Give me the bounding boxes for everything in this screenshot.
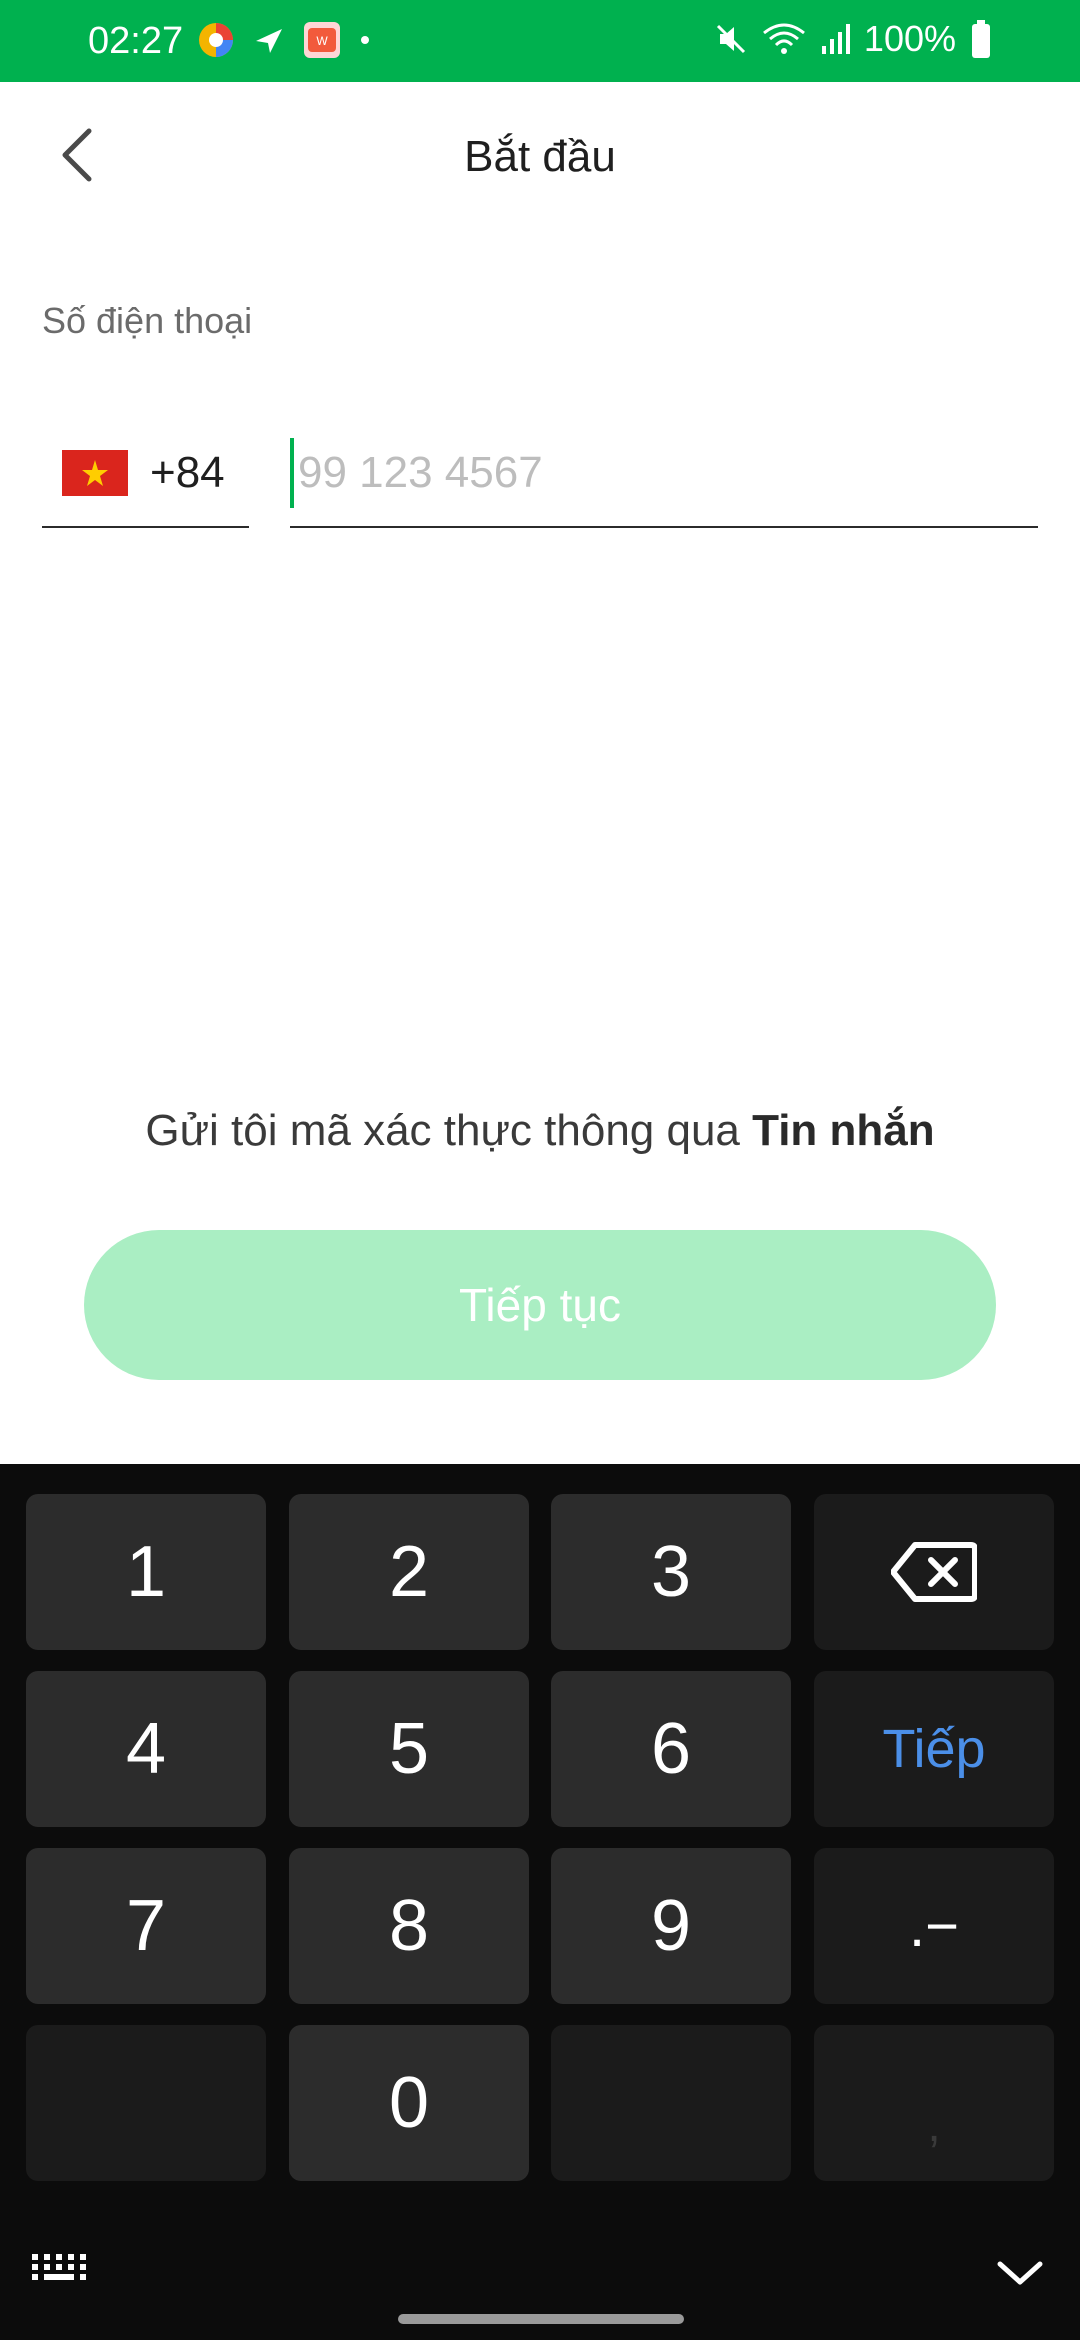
key-9[interactable]: 9 <box>551 1848 791 2004</box>
mute-icon <box>716 24 745 54</box>
numeric-keyboard: 1 2 3 4 5 6 Tiếp 7 8 9 .− 0 , <box>0 1464 1080 2340</box>
dot-icon <box>361 36 369 44</box>
key-3[interactable]: 3 <box>551 1494 791 1650</box>
continue-button[interactable]: Tiếp tục <box>84 1230 996 1380</box>
key-7[interactable]: 7 <box>26 1848 266 2004</box>
phone-input-container[interactable] <box>290 420 1038 528</box>
hide-keyboard-button[interactable] <box>996 2258 1044 2293</box>
page-title: Bắt đầu <box>464 132 616 181</box>
key-4[interactable]: 4 <box>26 1671 266 1827</box>
navigation-handle[interactable] <box>398 2314 684 2324</box>
app-bar: Bắt đầu <box>0 82 1080 232</box>
phone-input[interactable] <box>290 438 1038 508</box>
key-1[interactable]: 1 <box>26 1494 266 1650</box>
country-code-picker[interactable]: +84 <box>42 420 249 528</box>
dial-code: +84 <box>150 448 225 497</box>
backspace-icon <box>891 1542 977 1602</box>
key-0[interactable]: 0 <box>289 2025 529 2181</box>
status-right: 100% <box>714 18 992 60</box>
keyboard-switch-button[interactable] <box>30 2250 88 2289</box>
wifi-icon <box>762 23 805 54</box>
verification-method-link[interactable]: Tin nhắn <box>752 1106 935 1155</box>
signal-icon <box>821 24 850 54</box>
app-notification-icon: W <box>304 22 340 58</box>
key-5[interactable]: 5 <box>289 1671 529 1827</box>
symbols-key[interactable]: .− <box>814 1848 1054 2004</box>
browser-notification-icon <box>199 23 233 57</box>
phone-label: Số điện thoại <box>42 300 253 341</box>
empty-key-right <box>551 2025 791 2181</box>
vietnam-flag-icon <box>62 450 128 496</box>
keyboard-grid-icon <box>32 2254 86 2280</box>
notification-icons: W <box>196 20 372 60</box>
battery-icon <box>972 20 990 58</box>
key-8[interactable]: 8 <box>289 1848 529 2004</box>
chevron-down-icon <box>997 2261 1043 2285</box>
comma-key[interactable]: , <box>814 2025 1054 2181</box>
backspace-key[interactable] <box>814 1494 1054 1650</box>
verification-method-text: Gửi tôi mã xác thực thông qua Tin nhắn <box>0 1106 1080 1156</box>
battery-percent: 100% <box>863 18 956 59</box>
bird-notification-icon <box>256 29 282 53</box>
key-2[interactable]: 2 <box>289 1494 529 1650</box>
next-key[interactable]: Tiếp <box>814 1671 1054 1827</box>
status-time: 02:27 <box>88 19 184 62</box>
empty-key-left <box>26 2025 266 2181</box>
status-bar: 02:27 W 100% <box>0 0 1080 82</box>
key-6[interactable]: 6 <box>551 1671 791 1827</box>
verification-prefix: Gửi tôi mã xác thực thông qua <box>145 1106 753 1155</box>
svg-text:W: W <box>316 34 328 48</box>
